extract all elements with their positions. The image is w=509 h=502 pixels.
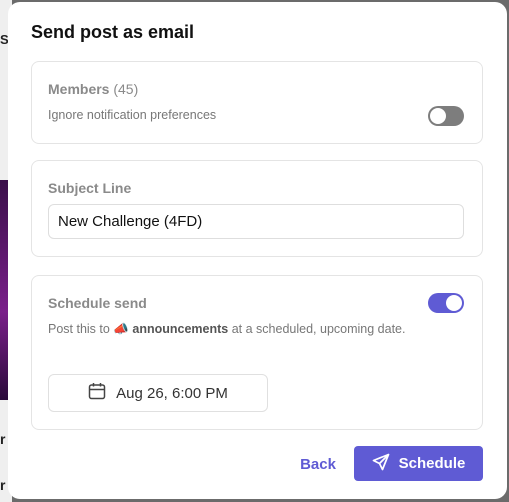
channel-name: announcements <box>132 322 229 336</box>
members-heading: Members (45) <box>48 81 138 97</box>
schedule-desc-suffix: at a scheduled, upcoming date. <box>231 322 406 336</box>
subject-card: Subject Line <box>31 160 483 257</box>
schedule-desc-prefix: Post this to <box>48 322 110 336</box>
ignore-preferences-toggle[interactable] <box>428 106 464 126</box>
schedule-date-picker[interactable]: Aug 26, 6:00 PM <box>48 374 268 412</box>
subject-input[interactable] <box>48 204 464 239</box>
schedule-description: Post this to 📣 announcements at a schedu… <box>48 320 418 339</box>
schedule-label: Schedule send <box>48 295 147 311</box>
toggle-knob <box>446 295 462 311</box>
schedule-send-toggle[interactable] <box>428 293 464 313</box>
back-button[interactable]: Back <box>288 449 348 479</box>
schedule-button[interactable]: Schedule <box>354 446 483 481</box>
megaphone-icon: 📣 <box>113 322 129 336</box>
ignore-preferences-label: Ignore notification preferences <box>48 108 217 122</box>
background-text: r <box>0 477 6 493</box>
subject-label: Subject Line <box>48 180 132 196</box>
background-text: r <box>0 431 6 447</box>
schedule-date-value: Aug 26, 6:00 PM <box>116 384 228 402</box>
calendar-icon <box>88 382 106 404</box>
members-label: Members <box>48 81 110 97</box>
schedule-card: Schedule send Post this to 📣 announcemen… <box>31 275 483 430</box>
modal-title: Send post as email <box>31 22 195 42</box>
send-email-modal: Send post as email Members (45) Ignore n… <box>8 2 507 499</box>
schedule-button-label: Schedule <box>398 455 466 472</box>
members-count: (45) <box>113 81 139 97</box>
members-card: Members (45) Ignore notification prefere… <box>31 61 483 144</box>
send-icon <box>372 453 390 475</box>
toggle-knob <box>430 108 446 124</box>
